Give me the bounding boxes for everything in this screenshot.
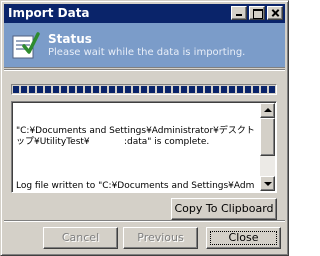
log-text[interactable]: "C:¥Documents and Settings¥Administrator… xyxy=(16,104,256,190)
progress-segment xyxy=(221,86,227,93)
progress-segment xyxy=(245,86,251,93)
progress-bar xyxy=(11,84,277,95)
progress-segment xyxy=(21,86,27,93)
log-line-file: Log file written to "C:¥Documents and Se… xyxy=(16,181,255,190)
progress-segment xyxy=(157,86,163,93)
previous-button[interactable]: Previous xyxy=(123,227,198,249)
import-data-window: Import Data Status Please wait while the… xyxy=(0,0,289,256)
progress-segment xyxy=(101,86,107,93)
log-scrollbar[interactable] xyxy=(260,103,275,191)
maximize-button[interactable] xyxy=(249,6,265,20)
progress-segment xyxy=(141,86,147,93)
progress-segment xyxy=(229,86,235,93)
copy-to-clipboard-button[interactable]: Copy To Clipboard xyxy=(171,198,277,220)
footer-divider xyxy=(4,220,285,222)
progress-segment xyxy=(149,86,155,93)
status-header: Status Please wait while the data is imp… xyxy=(4,23,285,68)
scroll-thumb[interactable] xyxy=(260,118,275,156)
progress-segment xyxy=(13,86,19,93)
close-window-button[interactable] xyxy=(267,6,283,20)
log-line-complete: "C:¥Documents and Settings¥Administrator… xyxy=(16,126,255,147)
progress-segment xyxy=(77,86,83,93)
progress-segment xyxy=(213,86,219,93)
progress-segment xyxy=(253,86,259,93)
progress-segment xyxy=(173,86,179,93)
progress-segment xyxy=(189,86,195,93)
header-subtitle: Please wait while the data is importing. xyxy=(48,47,246,58)
progress-segment xyxy=(109,86,115,93)
progress-segment xyxy=(181,86,187,93)
window-title: Import Data xyxy=(8,6,90,20)
progress-segment xyxy=(205,86,211,93)
cancel-button[interactable]: Cancel xyxy=(43,227,118,249)
progress-segment xyxy=(133,86,139,93)
progress-segment xyxy=(37,86,43,93)
progress-segment xyxy=(45,86,51,93)
progress-segment xyxy=(85,86,91,93)
progress-segment xyxy=(61,86,67,93)
progress-segment xyxy=(69,86,75,93)
progress-segment xyxy=(53,86,59,93)
progress-segment xyxy=(261,86,267,93)
title-bar[interactable]: Import Data xyxy=(4,4,285,23)
minimize-button[interactable] xyxy=(231,6,247,20)
progress-segment xyxy=(93,86,99,93)
progress-segment xyxy=(117,86,123,93)
header-title: Status xyxy=(48,32,92,46)
progress-segment xyxy=(237,86,243,93)
log-text-area[interactable]: "C:¥Documents and Settings¥Administrator… xyxy=(11,101,277,193)
progress-segment xyxy=(125,86,131,93)
title-bar-buttons xyxy=(229,6,283,20)
header-divider xyxy=(4,69,285,71)
progress-segment xyxy=(29,86,35,93)
progress-fill xyxy=(13,86,275,93)
close-button[interactable]: Close xyxy=(206,227,281,249)
import-status-icon xyxy=(12,32,40,59)
progress-segment xyxy=(269,86,275,93)
scroll-up-icon[interactable] xyxy=(260,103,275,118)
progress-segment xyxy=(197,86,203,93)
scroll-down-icon[interactable] xyxy=(260,176,275,191)
progress-segment xyxy=(165,86,171,93)
